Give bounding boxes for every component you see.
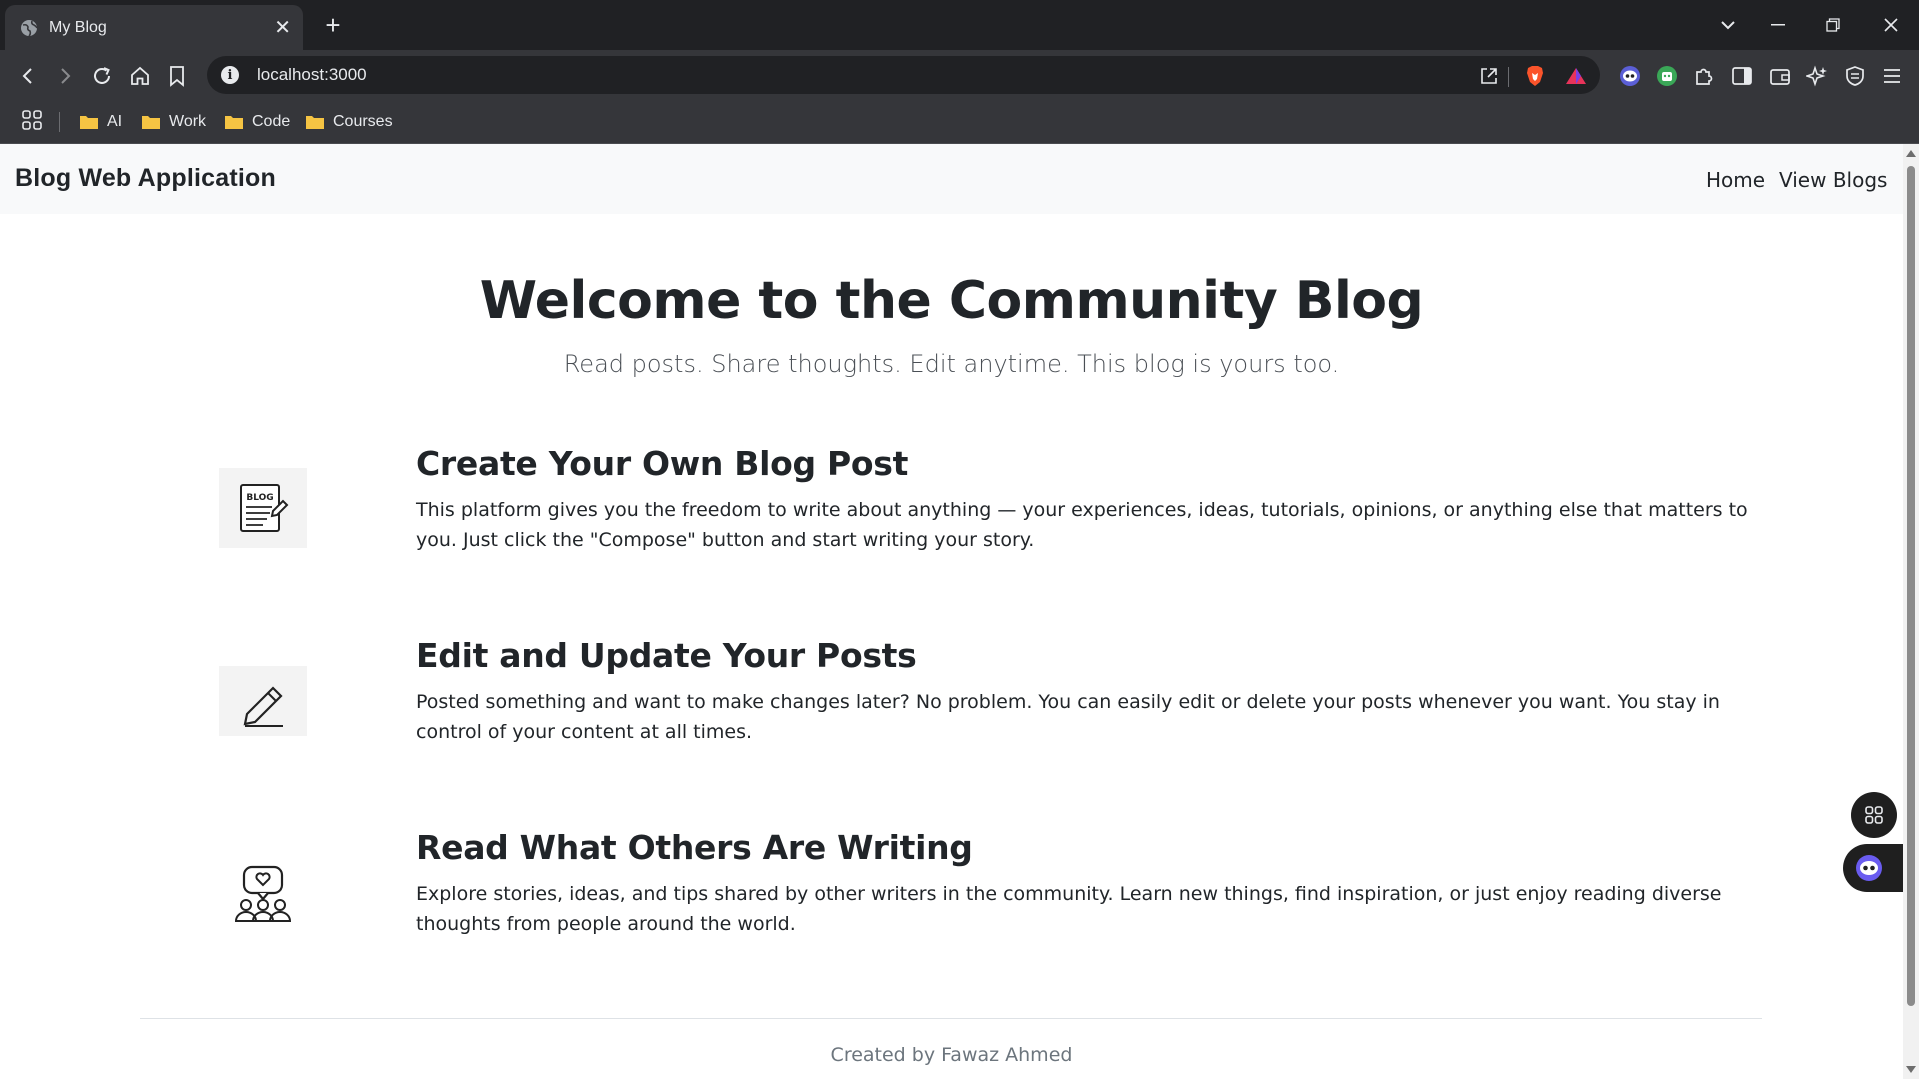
folder-icon bbox=[305, 114, 325, 130]
floating-assistant-button[interactable] bbox=[1843, 844, 1903, 892]
home-icon[interactable] bbox=[127, 63, 153, 89]
brave-shields-icon[interactable] bbox=[1522, 63, 1548, 89]
bookmarks-divider bbox=[59, 112, 60, 132]
site-info-icon[interactable]: i bbox=[221, 66, 239, 84]
page-viewport: Blog Web Application Home View Blogs Wel… bbox=[0, 144, 1919, 1079]
minimize-icon[interactable] bbox=[1763, 12, 1793, 38]
tab-title: My Blog bbox=[49, 18, 107, 36]
restore-icon[interactable] bbox=[1818, 12, 1848, 38]
bookmark-folder-ai[interactable]: AI bbox=[79, 110, 122, 134]
bookmark-label: Work bbox=[169, 113, 207, 130]
folder-icon bbox=[79, 114, 99, 130]
apps-grid-icon[interactable] bbox=[20, 108, 46, 134]
nav-link-home[interactable]: Home bbox=[1706, 168, 1765, 192]
feature-description: Posted something and want to make change… bbox=[416, 691, 1720, 743]
back-icon[interactable] bbox=[15, 63, 41, 89]
bookmark-folder-code[interactable]: Code bbox=[224, 110, 290, 134]
browser-tab[interactable]: My Blog ✕ bbox=[5, 5, 303, 50]
robot-extension-icon[interactable] bbox=[1654, 63, 1680, 89]
nav-link-view-blogs[interactable]: View Blogs bbox=[1779, 168, 1887, 192]
page-title: Welcome to the Community Blog bbox=[479, 271, 1424, 331]
site-brand[interactable]: Blog Web Application bbox=[15, 164, 276, 193]
floating-apps-button[interactable] bbox=[1851, 792, 1897, 838]
toolbar-divider bbox=[1508, 67, 1509, 87]
feature-description: This platform gives you the freedom to w… bbox=[416, 499, 1748, 551]
folder-icon bbox=[141, 114, 161, 130]
scrollbar-thumb[interactable] bbox=[1907, 166, 1915, 1006]
blog-icon-label: BLOG bbox=[246, 493, 273, 503]
page-scrollbar[interactable] bbox=[1903, 144, 1919, 1079]
pencil-icon bbox=[219, 666, 307, 736]
browser-toolbar: i localhost:3000 bbox=[0, 50, 1919, 100]
sidebar-toggle-icon[interactable] bbox=[1729, 63, 1755, 89]
forward-icon[interactable] bbox=[52, 63, 78, 89]
blog-document-icon: BLOG bbox=[219, 468, 307, 548]
page-subtitle: Read posts. Share thoughts. Edit anytime… bbox=[563, 350, 1340, 378]
feature-description: Explore stories, ideas, and tips shared … bbox=[416, 883, 1722, 935]
url-text[interactable]: localhost:3000 bbox=[257, 65, 367, 85]
bookmark-folder-work[interactable]: Work bbox=[141, 110, 206, 134]
reload-icon[interactable] bbox=[89, 63, 115, 89]
menu-icon[interactable] bbox=[1879, 63, 1905, 89]
new-tab-button[interactable]: + bbox=[320, 12, 346, 38]
bookmark-folder-courses[interactable]: Courses bbox=[305, 110, 393, 134]
footer-divider bbox=[140, 1018, 1762, 1019]
share-icon[interactable] bbox=[1476, 63, 1502, 89]
community-icon bbox=[219, 854, 307, 934]
bookmark-icon[interactable] bbox=[164, 63, 190, 89]
globe-icon bbox=[19, 18, 39, 38]
extensions-puzzle-icon[interactable] bbox=[1691, 63, 1717, 89]
close-tab-icon[interactable]: ✕ bbox=[274, 18, 291, 38]
close-window-icon[interactable] bbox=[1876, 12, 1906, 38]
scroll-down-arrow-icon[interactable] bbox=[1906, 1066, 1916, 1073]
bookmark-label: Courses bbox=[333, 113, 393, 130]
assistant-extension-icon[interactable] bbox=[1617, 63, 1643, 89]
feature-title: Create Your Own Blog Post bbox=[416, 444, 909, 483]
footer-credit: Created by Fawaz Ahmed bbox=[830, 1044, 1073, 1066]
folder-icon bbox=[224, 114, 244, 130]
bookmarks-bar: AI Work Code Courses bbox=[0, 100, 1919, 144]
feature-title: Edit and Update Your Posts bbox=[416, 636, 917, 675]
address-bar[interactable]: i localhost:3000 bbox=[207, 56, 1600, 94]
site-navbar: Blog Web Application Home View Blogs bbox=[0, 144, 1903, 214]
tab-search-icon[interactable] bbox=[1713, 12, 1743, 38]
leo-ai-icon[interactable] bbox=[1804, 63, 1830, 89]
browser-titlebar: My Blog ✕ + bbox=[0, 0, 1919, 50]
brave-rewards-icon[interactable] bbox=[1563, 63, 1589, 89]
scroll-up-arrow-icon[interactable] bbox=[1906, 150, 1916, 157]
bookmark-label: Code bbox=[252, 113, 291, 130]
feature-title: Read What Others Are Writing bbox=[416, 828, 973, 867]
vpn-shield-icon[interactable] bbox=[1842, 63, 1868, 89]
wallet-icon[interactable] bbox=[1767, 63, 1793, 89]
bookmark-label: AI bbox=[107, 113, 123, 130]
